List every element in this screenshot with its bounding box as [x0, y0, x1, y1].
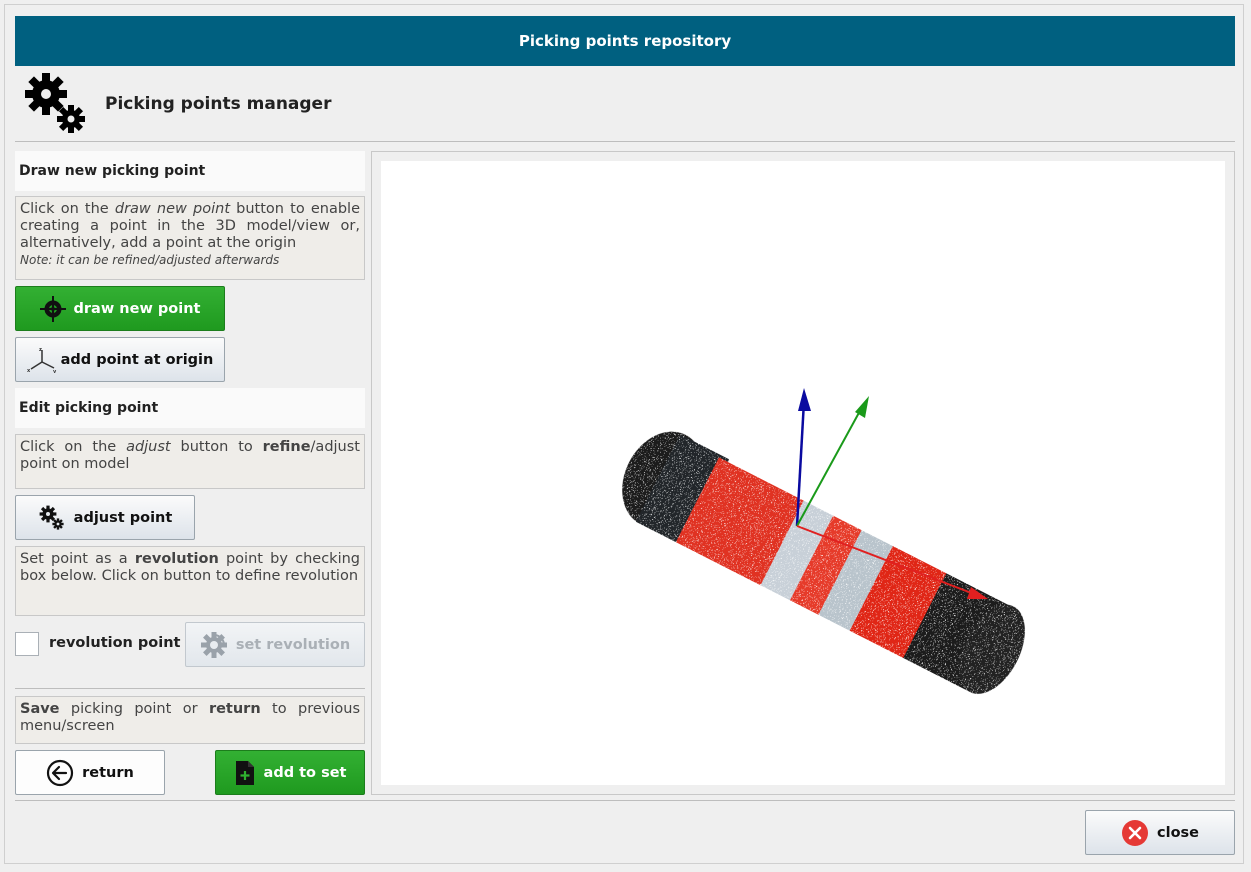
point-cloud-view [622, 388, 1025, 694]
edit-info-text-mid: button to [170, 439, 263, 455]
gear-refresh-icon [200, 631, 228, 659]
draw-info-text: Click on the [20, 201, 115, 217]
revolution-info-strong: revolution [134, 551, 219, 567]
add-file-icon [234, 759, 256, 787]
3d-viewport[interactable] [381, 161, 1225, 785]
add-to-set-label: add to set [263, 764, 347, 781]
adjust-point-button[interactable]: adjust point [15, 495, 195, 540]
edit-info-text: Click on the [20, 439, 127, 455]
revolution-point-label: revolution point [49, 635, 181, 651]
bottom-divider [15, 800, 1235, 801]
window-title: Picking points repository [518, 32, 732, 50]
add-point-at-origin-label: add point at origin [60, 351, 214, 368]
close-button[interactable]: close [1085, 810, 1235, 855]
gears-icon [25, 72, 85, 133]
close-label: close [1157, 824, 1199, 841]
back-arrow-icon [46, 759, 74, 787]
point-cloud [622, 431, 1025, 694]
add-point-at-origin-button[interactable]: z x y add point at origin [15, 337, 225, 382]
gears-small-icon [38, 504, 66, 532]
svg-text:y: y [53, 369, 57, 373]
edit-info-strong: refine [262, 439, 311, 455]
save-info-strong: Save [20, 701, 60, 717]
draw-info-emphasis: draw new point [114, 201, 231, 217]
edit-info-emphasis: adjust [126, 439, 171, 455]
draw-section-heading: Draw new picking point [15, 151, 365, 191]
draw-info-box: Click on the draw new point button to en… [15, 196, 365, 280]
window-title-bar: Picking points repository [15, 16, 1235, 66]
axes-icon: z x y [27, 347, 57, 373]
crosshair-icon [39, 295, 66, 322]
draw-new-point-button[interactable]: draw new point [15, 286, 225, 331]
header: Picking points manager [15, 66, 1235, 142]
return-button[interactable]: return [15, 750, 165, 795]
revolution-info-box: Set point as a revolution point by check… [15, 546, 365, 616]
revolution-point-checkbox[interactable] [15, 632, 39, 656]
edit-section-heading: Edit picking point [15, 388, 365, 428]
set-revolution-label: set revolution [235, 636, 351, 653]
revolution-info-text: Set point as a [20, 551, 135, 567]
return-info-strong: return [208, 701, 261, 717]
save-info-text: picking point or [59, 701, 209, 717]
edit-info-box: Click on the adjust button to refine/adj… [15, 434, 365, 489]
close-icon [1121, 819, 1149, 847]
save-info-box: Save picking point or return to previous… [15, 696, 365, 744]
svg-text:z: z [39, 347, 42, 353]
set-revolution-button[interactable]: set revolution [185, 622, 365, 667]
svg-text:x: x [27, 368, 31, 373]
add-to-set-button[interactable]: add to set [215, 750, 365, 795]
draw-note: Note: it can be refined/adjusted afterwa… [20, 253, 280, 267]
divider [15, 688, 365, 689]
return-label: return [82, 764, 134, 781]
adjust-point-label: adjust point [73, 509, 173, 526]
draw-new-point-label: draw new point [73, 300, 201, 317]
page-title: Picking points manager [105, 93, 332, 114]
